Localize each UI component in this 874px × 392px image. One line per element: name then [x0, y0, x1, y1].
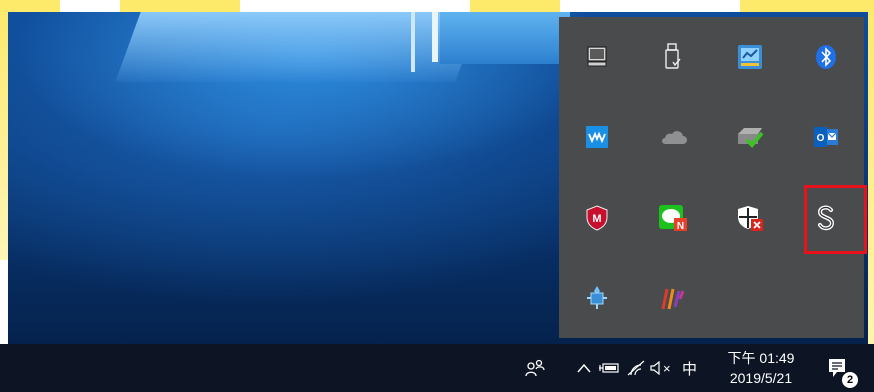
tray-item-bluetooth[interactable] — [788, 17, 864, 97]
tray-item-onedrive[interactable] — [635, 97, 711, 177]
speaker-muted-icon — [650, 361, 660, 375]
ime-label: 中 — [682, 360, 698, 378]
battery-icon — [599, 363, 619, 373]
chevron-up-icon — [577, 363, 591, 373]
wifi-icon — [627, 360, 645, 376]
tray-item-display[interactable] — [559, 17, 635, 97]
clock-time: 下午 01:49 — [727, 350, 795, 366]
people-button[interactable] — [524, 344, 546, 392]
hidden-icons-tray-popup: O M N — [559, 17, 864, 338]
network-monitor-icon — [737, 45, 762, 70]
taskbar: × 中 下午 01:49 2019/5/21 — [0, 344, 874, 392]
tray-item-usb[interactable] — [635, 17, 711, 97]
line-icon: N — [659, 204, 688, 232]
clock-date: 2019/5/21 — [729, 370, 793, 386]
tray-item-stripes-app[interactable] — [635, 258, 711, 338]
tray-item-line[interactable]: N — [635, 178, 711, 258]
tray-item-safely-remove[interactable] — [712, 97, 788, 177]
mute-symbol: × — [663, 360, 671, 376]
people-icon — [525, 359, 545, 377]
clock-button[interactable]: 下午 01:49 2019/5/21 — [716, 348, 806, 388]
tray-network-button[interactable] — [626, 344, 646, 392]
ime-mode-button[interactable]: 中 — [682, 344, 697, 392]
stripes-app-icon — [661, 288, 685, 310]
waves-audio-icon — [586, 126, 609, 149]
selection-highlight-box — [804, 185, 867, 254]
tray-item-outlook[interactable]: O — [788, 97, 864, 177]
tray-item-network-monitor[interactable] — [712, 17, 788, 97]
show-hidden-icons-button[interactable] — [577, 344, 591, 392]
tray-volume-button[interactable]: × — [650, 344, 671, 392]
svg-text:M: M — [593, 213, 602, 225]
tray-battery-button[interactable] — [598, 344, 620, 392]
tray-item-mcafee[interactable]: M — [559, 178, 635, 258]
safely-remove-hardware-icon — [737, 128, 764, 149]
mcafee-icon: M — [586, 205, 608, 231]
tray-item-waves[interactable] — [559, 97, 635, 177]
bluetooth-icon — [815, 45, 836, 70]
tray-item-windows-security[interactable] — [712, 178, 788, 258]
svg-text:N: N — [677, 221, 684, 232]
svg-text:O: O — [816, 133, 824, 144]
intel-graphics-icon — [587, 285, 608, 309]
usb-drive-icon — [665, 43, 681, 69]
notification-count-badge: 2 — [842, 372, 858, 388]
windows-security-icon — [737, 205, 763, 231]
outlook-icon: O — [813, 127, 838, 148]
onedrive-icon — [662, 131, 688, 145]
display-icon — [587, 46, 607, 67]
tray-item-intel-graphics[interactable] — [559, 258, 635, 338]
